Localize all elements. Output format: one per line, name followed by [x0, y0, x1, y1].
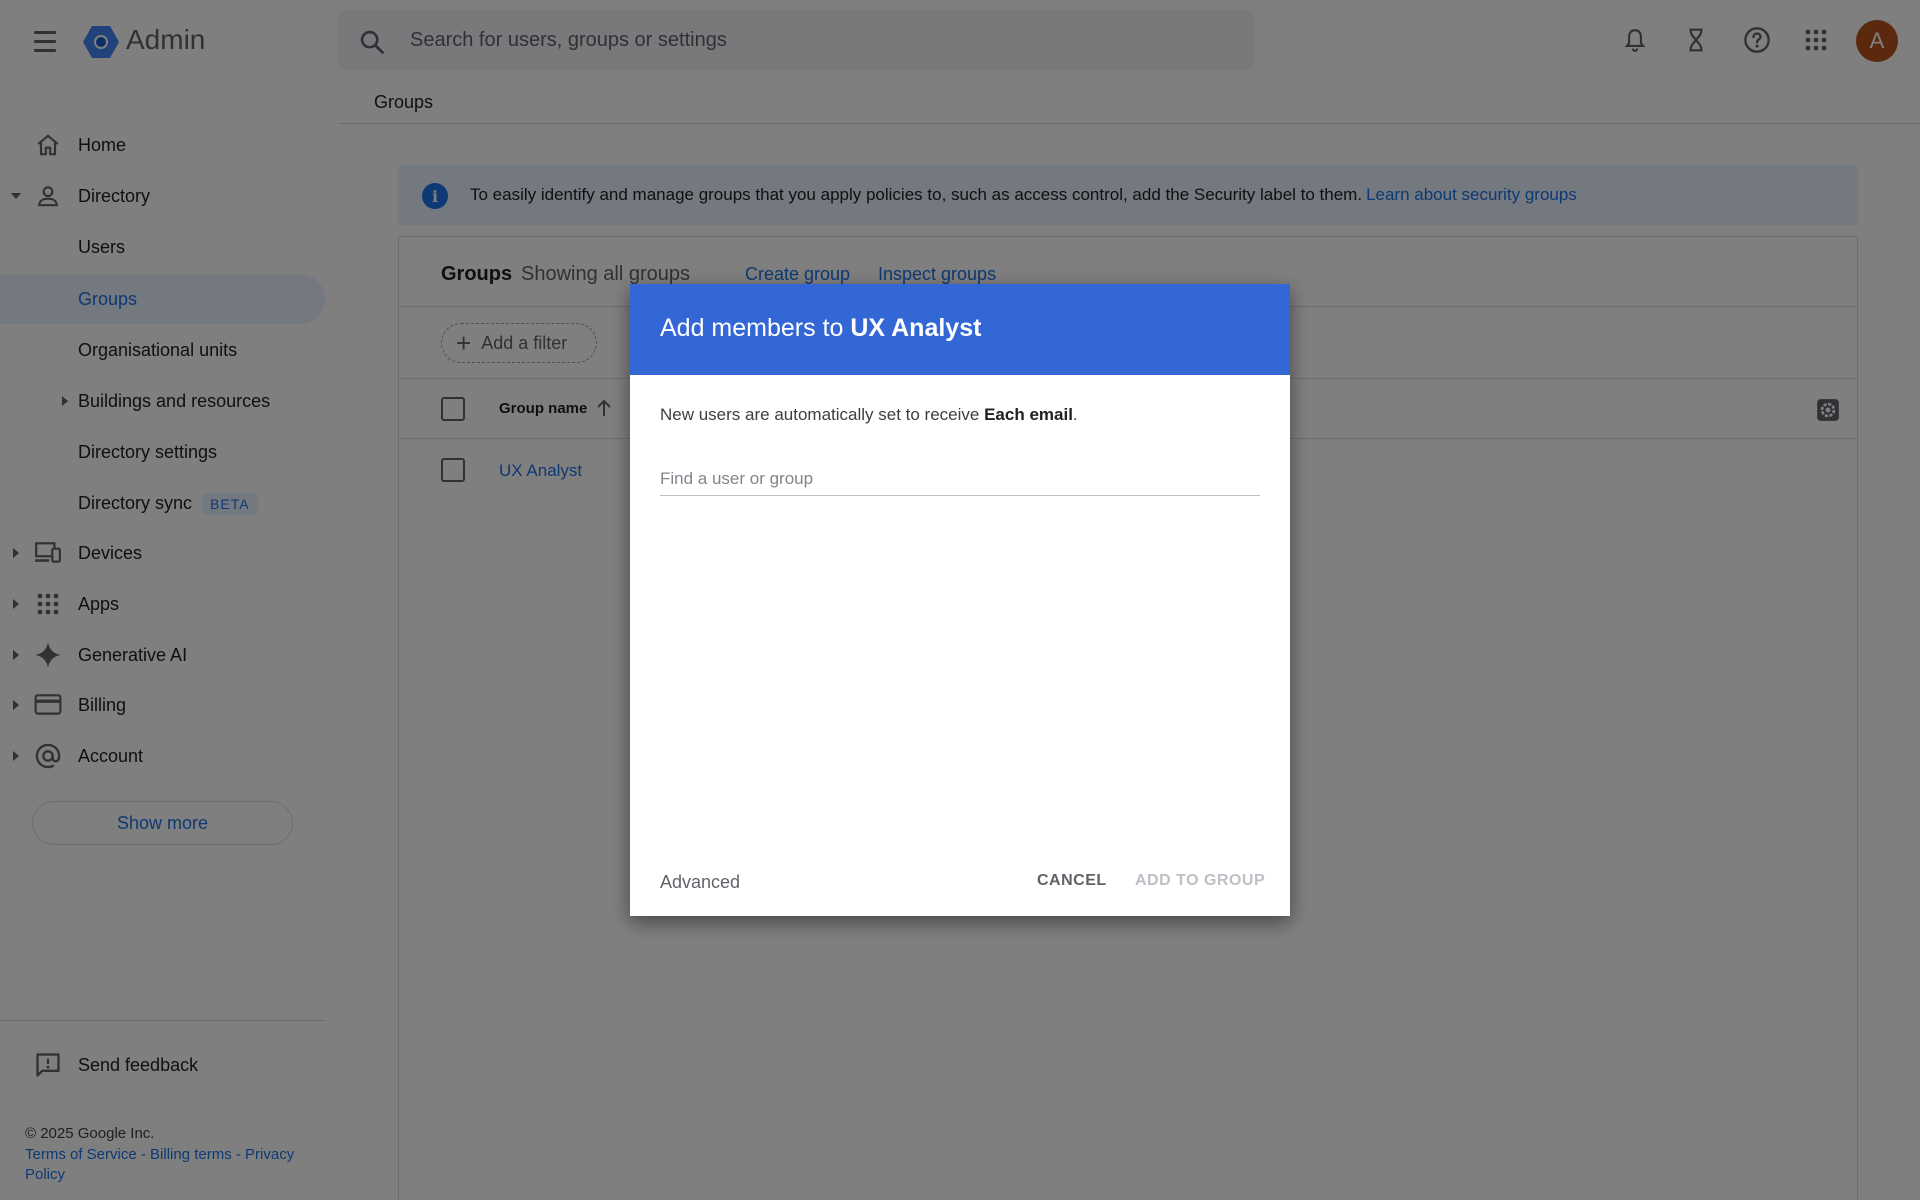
- note-bold: Each email: [984, 405, 1073, 424]
- add-members-dialog: Add members to UX Analyst New users are …: [630, 284, 1290, 916]
- add-to-group-button[interactable]: ADD TO GROUP: [1135, 872, 1265, 890]
- dialog-title: Add members to UX Analyst: [660, 314, 981, 343]
- advanced-button[interactable]: Advanced: [660, 872, 740, 893]
- find-user-or-group-input[interactable]: [660, 462, 1260, 496]
- dialog-header: Add members to UX Analyst: [630, 284, 1290, 375]
- cancel-button[interactable]: CANCEL: [1037, 872, 1107, 890]
- note-suffix: .: [1072, 405, 1078, 424]
- dialog-group-name: UX Analyst: [850, 314, 982, 342]
- dialog-title-prefix: Add members to: [660, 314, 844, 342]
- note-prefix: New users are automatically set to recei…: [660, 405, 980, 424]
- dialog-note: New users are automatically set to recei…: [660, 405, 1078, 425]
